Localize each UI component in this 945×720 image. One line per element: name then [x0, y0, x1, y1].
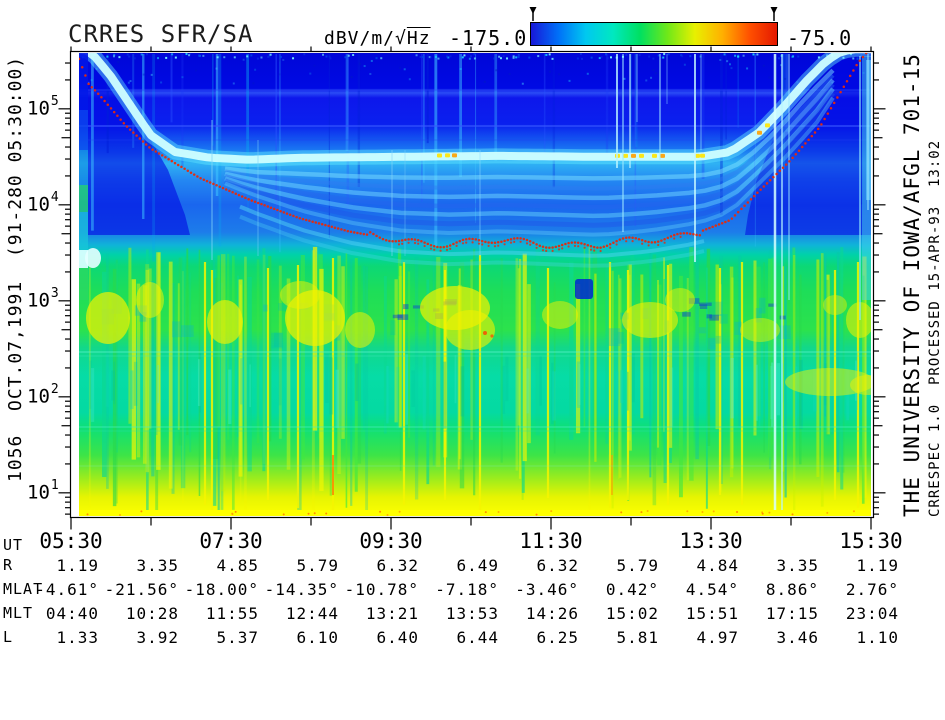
ephemeris-value: 04:40 — [15, 604, 99, 623]
ephemeris-value: 1.10 — [815, 628, 899, 647]
ephemeris-value: 6.49 — [415, 556, 499, 575]
y-axis-decade-label: 101 — [27, 480, 58, 503]
ephemeris-value: 13:53 — [415, 604, 499, 623]
ephemeris-value: 6.32 — [335, 556, 419, 575]
ephemeris-value: -4.61° — [15, 580, 99, 599]
ephemeris-value: 3.35 — [735, 556, 819, 575]
ephemeris-value: -3.46° — [495, 580, 579, 599]
ephemeris-value: 15:51 — [655, 604, 739, 623]
ephemeris-value: 5.79 — [255, 556, 339, 575]
ephemeris-value: 6.10 — [255, 628, 339, 647]
crres-spectrogram-page: CRRES SFR/SA dBV/m/√Hz -175.0 -75.0 1051… — [0, 0, 945, 720]
ephemeris-value: 12:44 — [255, 604, 339, 623]
ephemeris-value: 15:02 — [575, 604, 659, 623]
ephemeris-value: 2.76° — [815, 580, 899, 599]
ephemeris-value: 3.46 — [735, 628, 819, 647]
ephemeris-value: 6.25 — [495, 628, 579, 647]
ephemeris-value: 0.42° — [575, 580, 659, 599]
ephemeris-value: 10:28 — [95, 604, 179, 623]
institution-label: THE UNIVERSITY OF IOWA/AFGL 701-15 — [900, 53, 924, 517]
ephemeris-value: 1.19 — [15, 556, 99, 575]
ephemeris-value: 4.97 — [655, 628, 739, 647]
x-axis-tick-label: 07:30 — [176, 529, 286, 553]
x-axis-tick-label: 15:30 — [816, 529, 926, 553]
ephemeris-value: 5.37 — [175, 628, 259, 647]
ephemeris-value: -21.56° — [95, 580, 179, 599]
ephemeris-value: 6.40 — [335, 628, 419, 647]
ephemeris-value: 4.85 — [175, 556, 259, 575]
y-axis-decade-label: 102 — [27, 384, 58, 407]
ephemeris-value: -14.35° — [255, 580, 339, 599]
ephemeris-value: 3.35 — [95, 556, 179, 575]
y-axis-decade-label: 104 — [27, 192, 58, 215]
y-axis-decade-label: 103 — [27, 288, 58, 311]
ephemeris-value: 3.92 — [95, 628, 179, 647]
ephemeris-value: 17:15 — [735, 604, 819, 623]
ephemeris-value: 1.33 — [15, 628, 99, 647]
x-axis-tick-label: 05:30 — [16, 529, 126, 553]
ephemeris-value: 14:26 — [495, 604, 579, 623]
ephemeris-value: 11:55 — [175, 604, 259, 623]
y-axis-decade-label: 105 — [27, 96, 58, 119]
ephemeris-value: 5.81 — [575, 628, 659, 647]
ephemeris-value: -7.18° — [415, 580, 499, 599]
spectrogram-data-layers — [78, 49, 886, 516]
ephemeris-value: -10.78° — [335, 580, 419, 599]
x-axis-tick-label: 13:30 — [656, 529, 766, 553]
x-axis-tick-label: 11:30 — [496, 529, 606, 553]
ephemeris-value: 6.32 — [495, 556, 579, 575]
ephemeris-row-label: L — [3, 628, 13, 646]
ephemeris-value: 23:04 — [815, 604, 899, 623]
ephemeris-value: 13:21 — [335, 604, 419, 623]
ephemeris-row-label: R — [3, 556, 13, 574]
ephemeris-value: 5.79 — [575, 556, 659, 575]
ephemeris-value: 6.44 — [415, 628, 499, 647]
orbit-date-label: 1056 OCT.07,1991 (91-280 05:30:00) — [5, 56, 26, 482]
ephemeris-value: 4.84 — [655, 556, 739, 575]
ephemeris-value: 4.54° — [655, 580, 739, 599]
ephemeris-value: 8.86° — [735, 580, 819, 599]
ephemeris-value: -18.00° — [175, 580, 259, 599]
processing-info-label: CRRESPEC 1.0 PROCESSED 15-APR-93 13:02 — [927, 140, 943, 517]
ephemeris-value: 1.19 — [815, 556, 899, 575]
x-axis-tick-label: 09:30 — [336, 529, 446, 553]
